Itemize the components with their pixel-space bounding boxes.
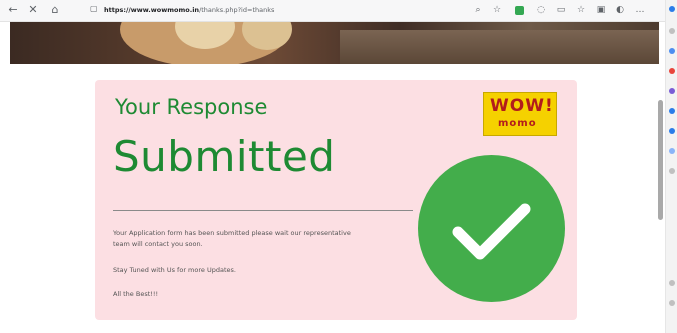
extension-green-icon[interactable] <box>515 6 524 15</box>
zoom-icon[interactable]: ⌕ <box>472 4 484 16</box>
logo-word: WOW! <box>490 96 554 116</box>
hero-food-banner <box>10 22 659 64</box>
success-check-icon <box>418 155 565 302</box>
send-icon[interactable] <box>669 148 675 154</box>
favorites-icon[interactable]: ☆ <box>575 4 587 16</box>
collections-icon[interactable]: ▣ <box>595 4 607 16</box>
confirmation-message: Your Application form has been submitted… <box>113 229 351 248</box>
edge-sidebar <box>665 0 677 333</box>
confirmation-card: Your Response Submitted Your Application… <box>95 80 577 320</box>
page-scrollbar[interactable] <box>658 100 663 220</box>
sidebar-toggle-icon[interactable] <box>669 300 675 306</box>
response-heading: Your Response <box>115 95 268 119</box>
wooden-board-image <box>340 30 659 64</box>
games-icon[interactable] <box>669 88 675 94</box>
updates-message: Stay Tuned with Us for more Updates. <box>113 266 236 274</box>
extension-icon[interactable]: ◌ <box>535 4 547 16</box>
office-icon[interactable] <box>669 108 675 114</box>
tools-icon[interactable] <box>669 68 675 74</box>
profile-icon[interactable]: ◐ <box>614 4 626 16</box>
page-info-icon[interactable]: ▢ <box>90 4 98 13</box>
submitted-title: Submitted <box>113 132 336 181</box>
home-icon[interactable]: ⌂ <box>48 3 62 17</box>
add-icon[interactable] <box>669 168 675 174</box>
back-icon[interactable]: ← <box>6 3 20 17</box>
address-bar[interactable]: ▢ https://www.wowmomo.in/thanks.php?id=t… <box>86 3 481 17</box>
outlook-icon[interactable] <box>669 128 675 134</box>
split-screen-icon[interactable]: ▭ <box>555 4 567 16</box>
shopping-icon[interactable] <box>669 48 675 54</box>
wow-momo-logo: WOW! momo <box>483 92 557 136</box>
best-wishes-message: All the Best!!! <box>113 290 159 298</box>
search-icon[interactable] <box>669 28 675 34</box>
browser-toolbar: ← ✕ ⌂ ▢ https://www.wowmomo.in/thanks.ph… <box>0 0 677 22</box>
url-text: https://www.wowmomo.in/thanks.php?id=tha… <box>104 6 275 14</box>
close-tab-icon[interactable]: ✕ <box>26 3 40 17</box>
favorite-star-icon[interactable]: ☆ <box>491 4 503 16</box>
logo-sub: momo <box>498 118 537 129</box>
more-icon[interactable]: … <box>634 4 646 16</box>
copilot-icon[interactable] <box>669 6 675 12</box>
divider-line <box>113 210 413 211</box>
sidebar-settings-icon[interactable] <box>669 280 675 286</box>
browser-window: ← ✕ ⌂ ▢ https://www.wowmomo.in/thanks.ph… <box>0 0 677 333</box>
